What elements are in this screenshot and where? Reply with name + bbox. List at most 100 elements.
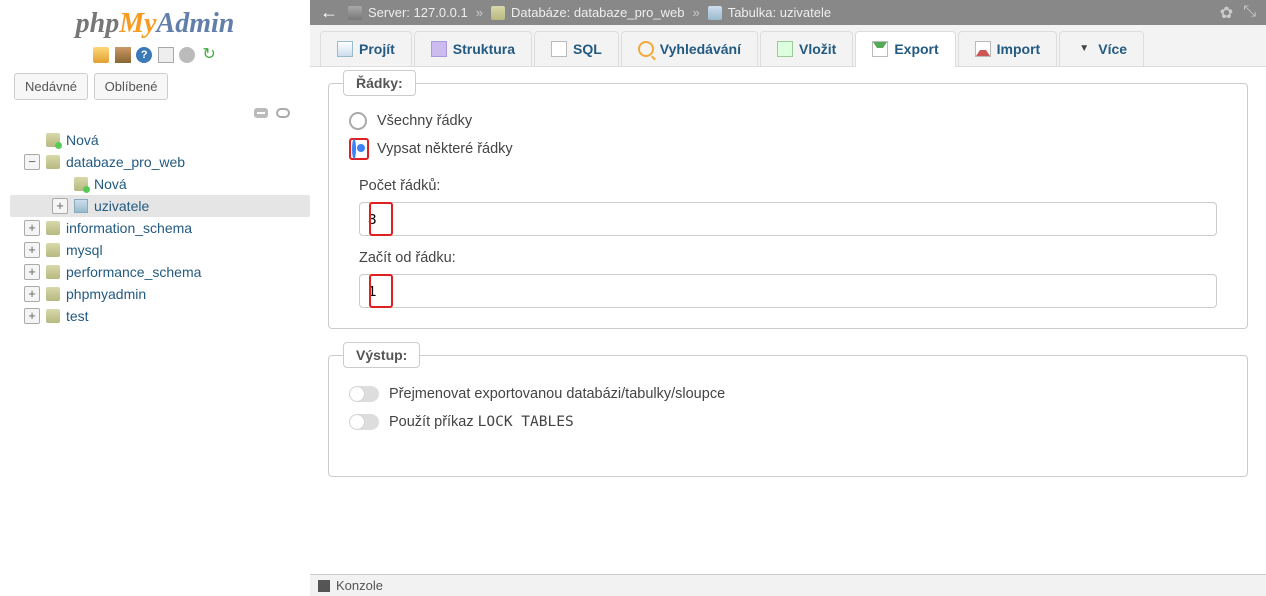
collapse-controls (0, 104, 310, 127)
expand-icon[interactable]: + (52, 198, 68, 214)
tab-insert[interactable]: Vložit (760, 31, 853, 66)
bc-label: Tabulka: (728, 5, 776, 20)
settings-icon[interactable] (179, 47, 195, 63)
sidebar: phpMyAdmin ? ↻ Nedávné Oblíbené Nová − d… (0, 0, 310, 596)
tab-more[interactable]: ▼Více (1059, 31, 1144, 66)
row-start-label: Začít od řádku: (359, 250, 1227, 266)
toggle-label: Použít příkaz LOCK TABLES (389, 414, 574, 430)
sql-icon (551, 41, 567, 57)
page-settings-icon[interactable]: ✿ (1220, 3, 1233, 23)
table-icon (708, 6, 722, 20)
breadcrumb-server[interactable]: Server: 127.0.0.1 (348, 5, 468, 20)
help-icon[interactable]: ? (136, 47, 152, 63)
expand-icon[interactable]: + (24, 220, 40, 236)
tree-label: uzivatele (94, 198, 149, 214)
row-start-input[interactable] (359, 274, 1217, 308)
tree-tabs: Nedávné Oblíbené (0, 67, 310, 104)
toggle-rename[interactable]: Přejmenovat exportovanou databázi/tabulk… (349, 380, 1227, 408)
toggle-switch[interactable] (349, 386, 379, 402)
toggle-lock-tables[interactable]: Použít příkaz LOCK TABLES (349, 408, 1227, 436)
output-legend: Výstup: (343, 342, 420, 368)
radio-icon[interactable] (352, 139, 356, 159)
tree-new-db[interactable]: Nová (10, 129, 310, 151)
recent-tab[interactable]: Nedávné (14, 73, 88, 100)
toggle-switch[interactable] (349, 414, 379, 430)
browse-icon (337, 41, 353, 57)
import-icon (975, 41, 991, 57)
tree-table-uzivatele[interactable]: + uzivatele (10, 195, 310, 217)
rows-fieldset: Řádky: Všechny řádky Vypsat některé řádk… (328, 83, 1248, 329)
tree-perf-schema[interactable]: + performance_schema (10, 261, 310, 283)
favorite-tab[interactable]: Oblíbené (94, 73, 169, 100)
radio-all-rows[interactable]: Všechny řádky (349, 108, 1227, 134)
tree-label: phpmyadmin (66, 286, 146, 302)
expand-icon[interactable]: + (24, 286, 40, 302)
row-count-label: Počet řádků: (359, 178, 1227, 194)
home-icon[interactable] (93, 47, 109, 63)
collapse-icon[interactable]: − (24, 154, 40, 170)
server-icon (348, 6, 362, 20)
new-db-icon (46, 133, 60, 147)
search-icon (638, 41, 654, 57)
tab-browse[interactable]: Projít (320, 31, 412, 66)
tab-export[interactable]: Export (855, 31, 955, 66)
new-table-icon (74, 177, 88, 191)
bc-label: Server: (368, 5, 410, 20)
main-panel: ← Server: 127.0.0.1 » Databáze: databaze… (310, 0, 1266, 596)
radio-icon[interactable] (349, 112, 367, 130)
tab-sql[interactable]: SQL (534, 31, 619, 66)
tab-import[interactable]: Import (958, 31, 1058, 66)
tree-pma[interactable]: + phpmyadmin (10, 283, 310, 305)
tree-db-web[interactable]: − databaze_pro_web (10, 151, 310, 173)
docs-icon[interactable] (158, 47, 174, 63)
tree-test[interactable]: + test (10, 305, 310, 327)
tree-label: Nová (66, 132, 99, 148)
breadcrumb-bar: ← Server: 127.0.0.1 » Databáze: databaze… (310, 0, 1266, 25)
breadcrumb-separator: » (476, 5, 483, 20)
database-icon (46, 309, 60, 323)
database-icon (46, 155, 60, 169)
tree-label: information_schema (66, 220, 192, 236)
breadcrumb-table[interactable]: Tabulka: uzivatele (708, 5, 831, 20)
bc-value: 127.0.0.1 (414, 5, 468, 20)
tree-info-schema[interactable]: + information_schema (10, 217, 310, 239)
collapse-top-icon[interactable]: ⤡ (1243, 3, 1256, 23)
row-count-input[interactable] (359, 202, 1217, 236)
tree-db-web-new[interactable]: Nová (10, 173, 310, 195)
db-tree: Nová − databaze_pro_web Nová + uzivatele… (0, 127, 310, 327)
structure-icon (431, 41, 447, 57)
expand-icon[interactable]: + (24, 242, 40, 258)
bc-value: uzivatele (780, 5, 831, 20)
table-icon (74, 199, 88, 213)
console-label: Konzole (336, 578, 383, 593)
exit-icon[interactable] (115, 47, 131, 63)
tab-bar: Projít Struktura SQL Vyhledávání Vložit … (310, 25, 1266, 67)
database-icon (46, 287, 60, 301)
expand-icon[interactable]: + (24, 308, 40, 324)
content-area: Řádky: Všechny řádky Vypsat některé řádk… (310, 67, 1266, 586)
breadcrumb-database[interactable]: Databáze: databaze_pro_web (491, 5, 684, 20)
tree-mysql[interactable]: + mysql (10, 239, 310, 261)
bc-value: databaze_pro_web (574, 5, 685, 20)
chevron-down-icon: ▼ (1076, 41, 1092, 57)
link-icon[interactable] (276, 108, 290, 118)
tree-label: mysql (66, 242, 103, 258)
toggle-label: Přejmenovat exportovanou databázi/tabulk… (389, 386, 725, 402)
radio-label: Všechny řádky (377, 113, 472, 129)
console-bar[interactable]: Konzole (310, 574, 1266, 596)
back-arrow-icon[interactable]: ← (320, 2, 338, 23)
tree-label: test (66, 308, 89, 324)
tab-structure[interactable]: Struktura (414, 31, 532, 66)
tree-label: databaze_pro_web (66, 154, 185, 170)
logo[interactable]: phpMyAdmin (0, 0, 310, 42)
reload-icon[interactable]: ↻ (201, 47, 217, 63)
export-icon (872, 41, 888, 57)
rows-legend: Řádky: (343, 70, 416, 96)
expand-icon[interactable]: + (24, 264, 40, 280)
tab-search[interactable]: Vyhledávání (621, 31, 758, 66)
radio-label: Vypsat některé řádky (377, 141, 513, 157)
radio-some-rows[interactable]: Vypsat některé řádky (349, 134, 1227, 164)
bc-label: Databáze: (511, 5, 570, 20)
collapse-all-icon[interactable] (254, 108, 268, 118)
database-icon (46, 221, 60, 235)
